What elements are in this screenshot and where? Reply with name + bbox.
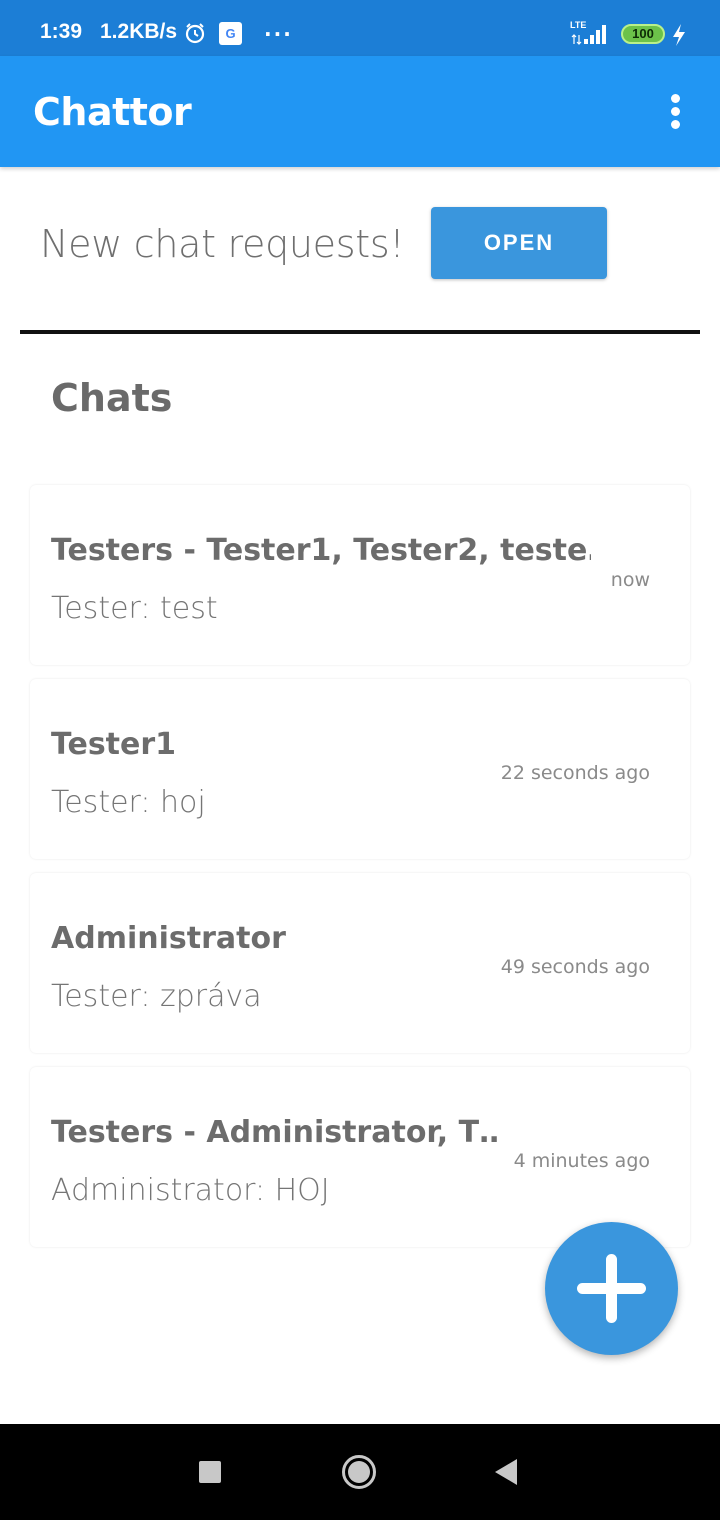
signal-icon: LTE [570,20,612,46]
app-bar: Chattor [0,56,720,167]
alarm-icon [185,23,205,44]
chat-last-message: Tester: test [51,591,218,626]
chat-timestamp: now [610,569,650,591]
chat-timestamp: 22 seconds ago [500,762,650,784]
open-requests-button[interactable]: OPEN [431,207,607,279]
chat-last-message: Administrator: HOJ [51,1173,330,1208]
chat-requests-label: New chat requests! [40,222,405,266]
app-title: Chattor [33,90,192,134]
chat-list-item[interactable]: Testers - Administrator, T… Administrato… [30,1067,690,1247]
chat-last-message: Tester: hoj [51,785,206,820]
chat-name: Testers - Administrator, T… [51,1115,501,1150]
status-time: 1:39 [40,20,83,43]
back-triangle-icon[interactable] [493,1457,519,1487]
chat-name: Testers - Tester1, Tester2, teste… [51,533,591,568]
chats-section-title: Chats [51,376,173,420]
status-bar: 1:39 1.2KB/s G ··· LTE 100 [0,0,720,56]
chat-list-item[interactable]: Administrator Tester: zpráva 49 seconds … [30,873,690,1053]
google-badge-label: G [225,26,236,41]
chat-name: Tester1 [51,727,177,762]
plus-icon [577,1254,646,1323]
home-circle-icon[interactable] [341,1454,377,1490]
more-vert-icon[interactable] [660,92,692,132]
divider [20,330,700,334]
chat-last-message: Tester: zpráva [51,979,262,1014]
battery-level: 100 [632,26,654,41]
chat-timestamp: 49 seconds ago [500,956,650,978]
charging-icon [673,24,685,46]
chat-list-item[interactable]: Tester1 Tester: hoj 22 seconds ago [30,679,690,859]
chat-list-item[interactable]: Testers - Tester1, Tester2, teste… Teste… [30,485,690,665]
chat-timestamp: 4 minutes ago [513,1150,650,1172]
new-chat-fab[interactable] [545,1222,678,1355]
system-nav-bar [0,1424,720,1520]
recents-square-icon[interactable] [199,1461,221,1483]
chat-name: Administrator [51,921,286,956]
more-notifications-icon: ··· [264,22,293,46]
network-speed: 1.2KB/s [100,20,178,43]
google-icon: G [219,22,242,45]
battery-icon: 100 [621,24,665,44]
